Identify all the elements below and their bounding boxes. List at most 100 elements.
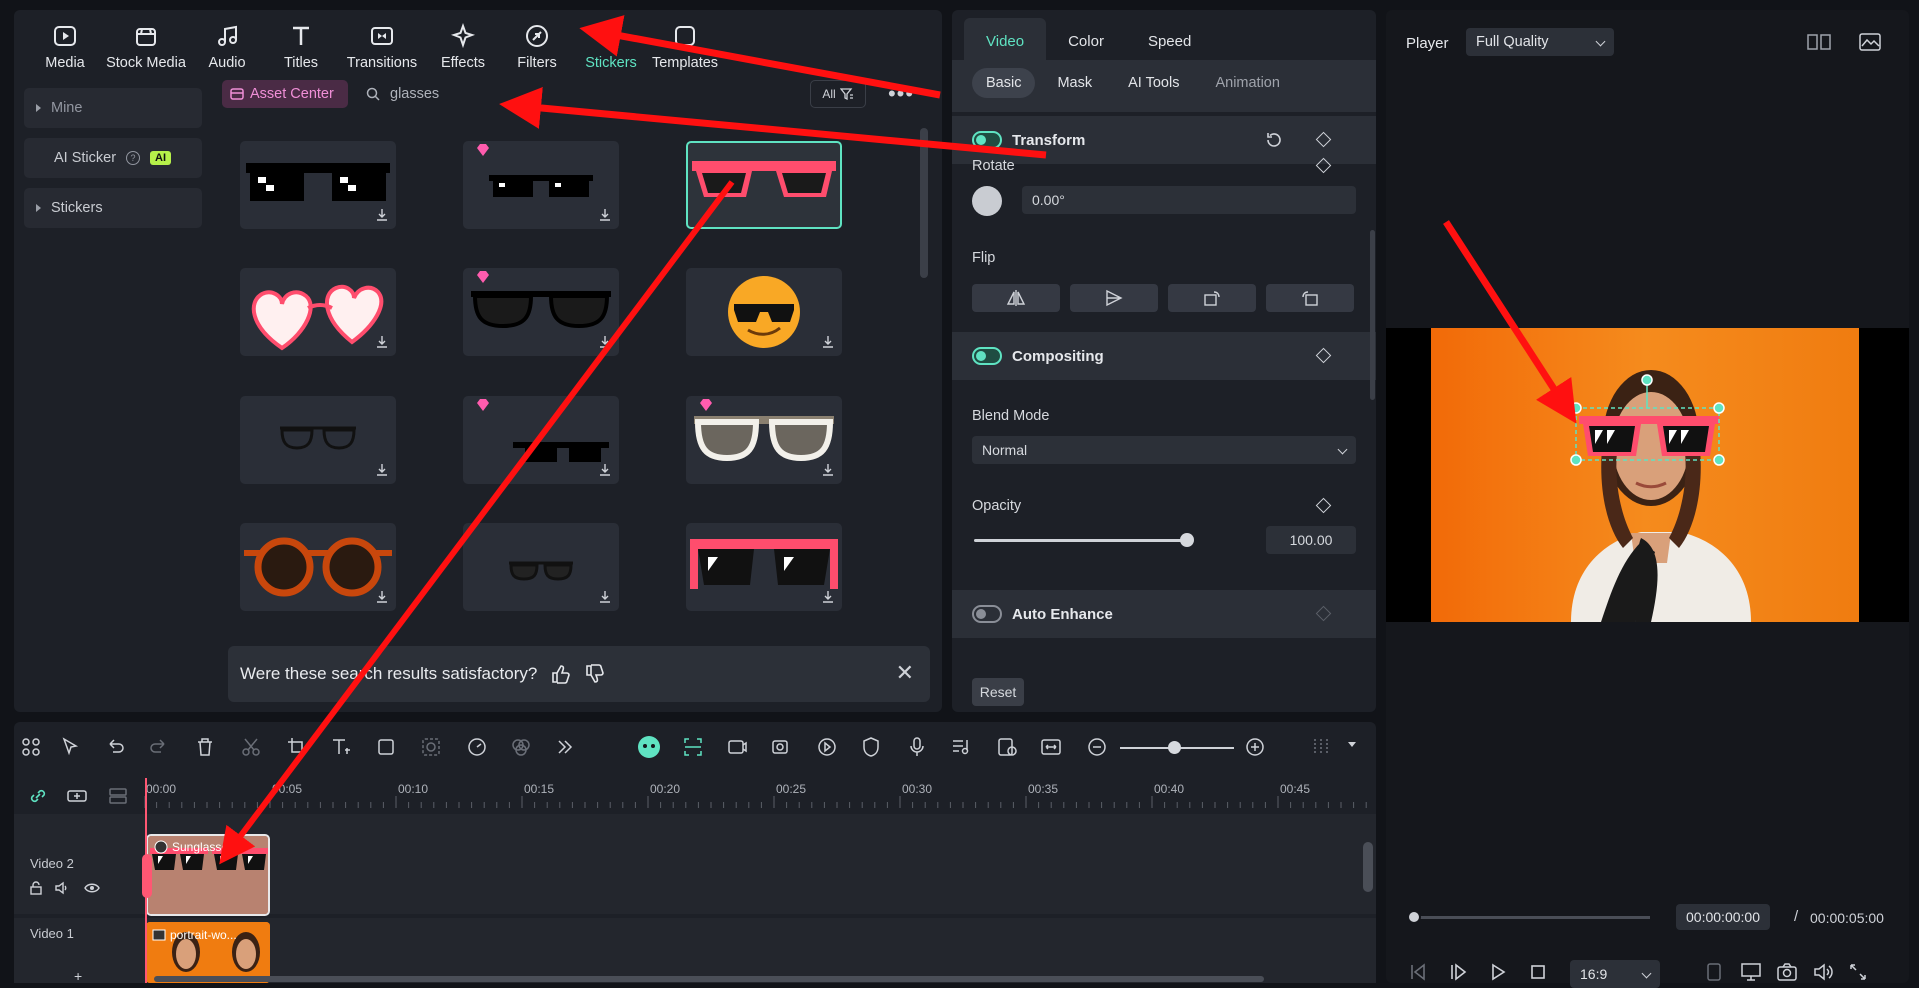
tab-effects[interactable]: Effects (426, 10, 500, 78)
fullscreen-icon[interactable] (1848, 962, 1868, 982)
tab-color[interactable]: Color (1046, 18, 1126, 64)
compare-view-icon[interactable] (1806, 32, 1832, 52)
speed-icon[interactable] (466, 736, 488, 758)
help-icon[interactable]: ? (126, 151, 141, 165)
playback-seek-track[interactable] (1410, 916, 1650, 919)
sticker-card[interactable] (463, 523, 619, 611)
transform-section-header[interactable]: Transform (952, 116, 1376, 164)
fit-timeline-icon[interactable] (1040, 736, 1062, 758)
properties-scrollbar[interactable] (1370, 230, 1375, 400)
grid-scrollbar[interactable] (920, 128, 928, 278)
tab-transitions[interactable]: Transitions (338, 10, 426, 78)
play-icon[interactable] (1488, 962, 1508, 982)
undo-icon[interactable] (104, 736, 126, 758)
sticker-card[interactable] (463, 141, 619, 229)
sidebar-item-mine[interactable]: Mine (24, 88, 202, 128)
download-icon[interactable] (598, 208, 612, 222)
timeline-ruler[interactable]: 00:00 00:05 00:10 00:15 00:20 00:25 00:30 00:35… (143, 780, 1374, 810)
sticker-card[interactable] (686, 396, 842, 484)
transform-toggle[interactable] (972, 131, 1002, 149)
clip-trim-handle[interactable] (142, 854, 152, 898)
download-icon[interactable] (598, 463, 612, 477)
ai-face-icon[interactable] (636, 734, 662, 760)
sticker-search-input[interactable]: glasses (366, 80, 806, 108)
current-timecode[interactable]: 00:00:00:00 (1676, 904, 1770, 930)
download-icon[interactable] (375, 335, 389, 349)
subtab-mask[interactable]: Mask (1043, 68, 1106, 98)
auto-enhance-toggle[interactable] (972, 605, 1002, 623)
timeline-horizontal-scrollbar[interactable] (154, 976, 1264, 982)
image-snapshot-icon[interactable] (1858, 32, 1882, 52)
track-layout-icon[interactable] (1310, 736, 1332, 758)
track-settings-icon[interactable] (108, 786, 128, 806)
more-options-icon[interactable]: ••• (886, 80, 916, 108)
rotate-dial[interactable] (972, 186, 1002, 216)
delete-icon[interactable] (194, 736, 216, 758)
crop-icon[interactable] (286, 736, 308, 758)
add-track-plus-icon[interactable]: + (74, 968, 82, 984)
rotate-right-button[interactable] (1168, 284, 1256, 312)
shape-icon[interactable] (376, 736, 398, 758)
more-tools-icon[interactable] (554, 736, 576, 758)
download-icon[interactable] (821, 590, 835, 604)
download-icon[interactable] (375, 208, 389, 222)
timeline-vertical-scrollbar[interactable] (1363, 842, 1373, 892)
subtab-basic[interactable]: Basic (972, 68, 1036, 98)
tab-titles[interactable]: Titles (264, 10, 338, 78)
sticker-card-selected[interactable] (686, 141, 842, 229)
camera-snapshot-icon[interactable] (1776, 962, 1798, 982)
zoom-slider-handle[interactable] (1168, 741, 1181, 754)
audio-list-icon[interactable] (950, 736, 972, 758)
tab-stickers[interactable]: Stickers (574, 10, 648, 78)
safe-zone-icon[interactable] (1706, 962, 1722, 982)
stop-icon[interactable] (1528, 962, 1548, 982)
eye-icon[interactable] (84, 880, 100, 896)
redo-icon[interactable] (148, 736, 170, 758)
playback-seek-handle[interactable] (1407, 910, 1421, 924)
rotate-left-button[interactable] (1266, 284, 1354, 312)
tab-stock-media[interactable]: Stock Media (102, 10, 190, 78)
flip-vertical-button[interactable] (1070, 284, 1158, 312)
blend-mode-select[interactable]: Normal (972, 436, 1356, 464)
mask-icon[interactable] (420, 736, 442, 758)
opacity-input[interactable]: 100.00 (1266, 526, 1356, 554)
thumbs-up-icon[interactable] (551, 664, 571, 684)
quality-select[interactable]: Full Quality (1466, 28, 1614, 56)
sticker-card[interactable] (686, 523, 842, 611)
subtab-animation[interactable]: Animation (1201, 68, 1293, 98)
display-icon[interactable] (1740, 962, 1762, 982)
tab-templates[interactable]: Templates (648, 10, 722, 78)
sidebar-item-ai-sticker[interactable]: AI Sticker ? AI (24, 138, 202, 178)
subtab-ai-tools[interactable]: AI Tools (1114, 68, 1193, 98)
link-icon[interactable] (28, 786, 48, 806)
close-icon[interactable]: ✕ (896, 660, 914, 686)
compositing-toggle[interactable] (972, 347, 1002, 365)
sticker-card[interactable] (240, 268, 396, 356)
select-cursor-icon[interactable] (60, 736, 82, 758)
sticker-card[interactable] (240, 141, 396, 229)
preview-canvas[interactable] (1431, 328, 1859, 622)
keyframe-diamond-icon[interactable] (1315, 347, 1332, 364)
opacity-slider-track[interactable] (974, 539, 1188, 542)
rotate-input[interactable]: 0.00° (1022, 186, 1356, 214)
zoom-out-icon[interactable] (1086, 736, 1108, 758)
keyframe-diamond-icon[interactable] (1315, 131, 1332, 148)
color-circles-icon[interactable] (510, 736, 532, 758)
text-tool-icon[interactable] (330, 736, 352, 758)
add-track-icon[interactable] (66, 786, 88, 806)
ai-image-icon[interactable] (770, 736, 792, 758)
speaker-icon[interactable] (54, 880, 70, 896)
opacity-slider-handle[interactable] (1180, 533, 1194, 547)
zoom-in-icon[interactable] (1244, 736, 1266, 758)
playhead[interactable] (145, 778, 147, 983)
sticker-card[interactable] (240, 523, 396, 611)
previous-frame-icon[interactable] (1408, 962, 1428, 982)
keyframe-diamond-icon[interactable] (1315, 605, 1332, 622)
sticker-card[interactable] (686, 268, 842, 356)
grid-layout-icon[interactable] (20, 736, 42, 758)
tab-filters[interactable]: Filters (500, 10, 574, 78)
download-icon[interactable] (821, 335, 835, 349)
split-scissors-icon[interactable] (240, 736, 262, 758)
ai-scan-icon[interactable] (682, 736, 704, 758)
video-clip[interactable]: portrait-wo... (146, 922, 270, 983)
